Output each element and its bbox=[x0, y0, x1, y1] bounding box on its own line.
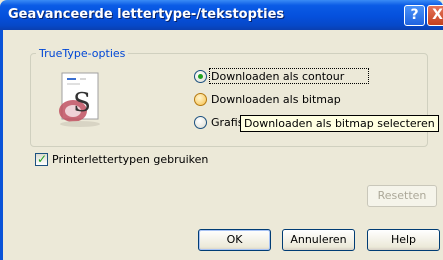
help-button[interactable]: Help bbox=[367, 229, 440, 251]
font-document-icon: S bbox=[59, 72, 100, 127]
window-title: Geavanceerde lettertype-/tekstopties bbox=[8, 7, 285, 22]
radio-download-graphics[interactable] bbox=[194, 116, 207, 129]
help-icon[interactable]: ? bbox=[404, 5, 425, 26]
window-frame-edge bbox=[0, 30, 3, 260]
ok-button[interactable]: OK bbox=[198, 229, 271, 251]
close-icon[interactable]: X bbox=[427, 5, 443, 26]
radio-selected-dot bbox=[198, 74, 203, 79]
radio-label-contour[interactable]: Downloaden als contour bbox=[211, 70, 344, 83]
checkmark-icon: ✓ bbox=[37, 152, 48, 166]
cancel-button[interactable]: Annuleren bbox=[282, 229, 355, 251]
radio-label-bitmap[interactable]: Downloaden als bitmap bbox=[211, 93, 341, 106]
tooltip: Downloaden als bitmap selecteren bbox=[240, 115, 439, 132]
group-legend: TrueType-opties bbox=[39, 47, 126, 60]
svg-text:S: S bbox=[73, 88, 91, 118]
radio-label-graphics[interactable]: Grafis bbox=[211, 116, 243, 129]
printer-fonts-checkbox[interactable]: ✓ bbox=[35, 153, 48, 166]
radio-download-contour[interactable] bbox=[194, 70, 207, 83]
title-bar[interactable]: Geavanceerde lettertype-/tekstopties ? X bbox=[0, 0, 443, 30]
radio-download-bitmap[interactable] bbox=[194, 93, 207, 106]
reset-button[interactable]: Resetten bbox=[367, 185, 437, 207]
advanced-font-options-dialog: Geavanceerde lettertype-/tekstopties ? X… bbox=[0, 0, 443, 260]
printer-fonts-label[interactable]: Printerlettertypen gebruiken bbox=[52, 153, 208, 166]
